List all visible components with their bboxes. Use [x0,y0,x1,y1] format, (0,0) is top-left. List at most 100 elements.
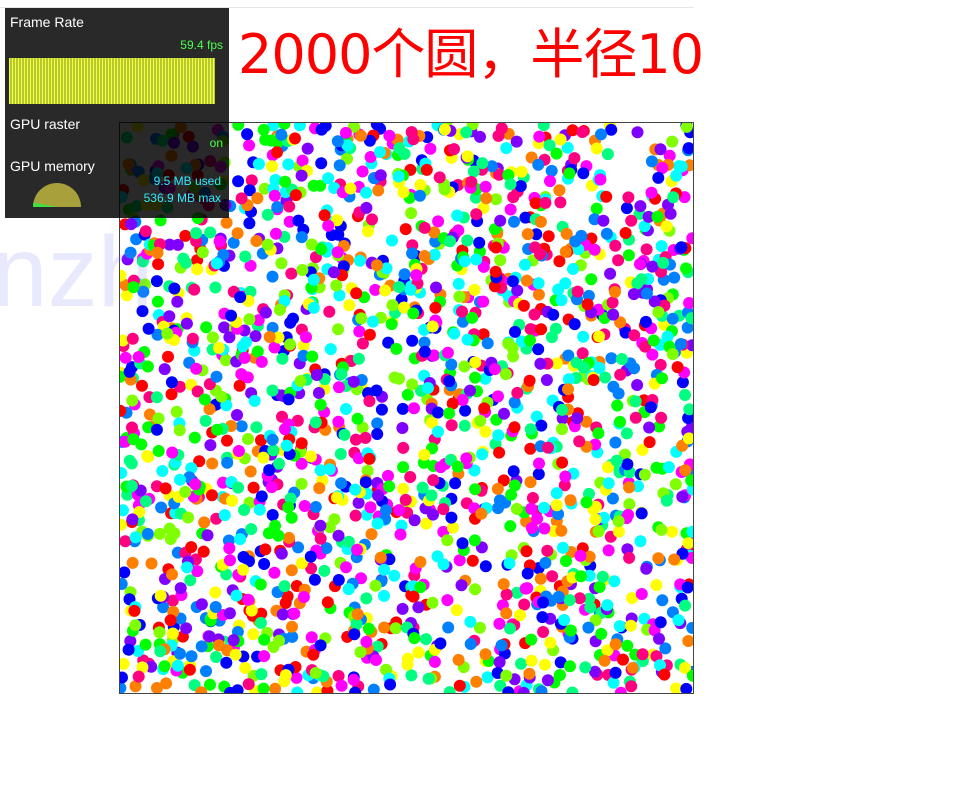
circle [158,363,171,376]
circle [508,479,521,492]
circle [278,580,291,593]
frame-rate-bar [99,58,100,104]
circle [210,370,223,383]
circle [414,556,427,568]
circle [523,667,536,680]
circle [598,654,611,667]
circle [321,596,334,609]
circle [209,601,222,613]
circle [535,419,548,432]
circle [378,563,391,576]
circle [405,207,418,220]
circle [468,283,481,296]
circle [166,568,178,581]
circle [227,634,240,647]
circle [232,481,245,494]
circle [352,352,365,365]
circle [255,355,268,368]
circle [651,210,664,223]
circle [248,394,261,407]
frame-rate-bar [15,58,16,104]
circle [266,270,279,283]
circle [275,257,288,270]
circle [660,494,673,507]
circle [453,290,466,303]
circle [257,123,270,136]
circle [493,617,506,630]
circle [311,686,324,693]
circle [331,135,344,148]
circle [666,525,679,538]
circle [360,186,373,199]
circle [309,501,322,513]
circle [401,388,414,401]
circle [538,522,551,535]
circle [429,301,442,314]
circle [609,666,622,679]
circle [468,534,481,547]
circle [181,561,193,574]
circle [220,216,233,229]
circle [251,345,264,358]
circle [276,352,289,365]
circle [129,531,142,544]
circle [348,628,361,641]
circle [364,501,377,514]
circle [469,371,482,384]
circle [556,403,569,416]
circle [384,678,397,691]
circle [498,407,510,420]
circle [564,624,577,637]
circle [428,248,441,261]
circle [351,543,364,556]
frame-rate-bar [93,58,94,104]
circle [151,295,164,308]
circle [612,515,625,528]
circle [406,334,419,347]
circle [469,356,482,369]
circle [493,656,506,669]
circle [518,598,531,611]
gpu-raster-value: on [209,136,223,150]
circle [238,504,251,516]
circle [333,381,345,394]
circle [443,686,456,693]
circle [453,554,466,567]
circle [590,142,603,155]
circle [559,245,572,258]
circle [558,614,571,626]
circle [394,528,407,541]
circle [615,353,628,365]
circle [479,180,492,193]
circle [492,429,505,442]
circle [355,312,368,325]
circle [629,411,642,424]
circle [150,275,163,288]
circle [634,258,646,271]
frame-rate-bar [171,58,172,104]
circle [273,303,286,316]
circle [289,132,301,145]
circle [288,607,301,620]
circle [619,227,632,239]
circle [396,602,409,615]
circle [165,376,178,389]
circle [643,436,656,449]
gpu-raster-label: GPU raster [10,116,81,132]
circle [272,529,285,542]
circle [312,387,325,399]
circle [525,502,538,515]
circle [602,477,615,490]
circle [458,419,471,432]
circle [179,485,192,498]
circle [190,227,203,240]
circle [521,228,534,241]
circle [510,135,523,148]
circle [623,481,636,494]
circle [465,176,478,188]
frame-rate-bar [147,58,148,104]
circle [451,460,464,473]
circle [219,354,232,367]
frame-rate-bar [159,58,160,104]
circle [467,165,480,178]
